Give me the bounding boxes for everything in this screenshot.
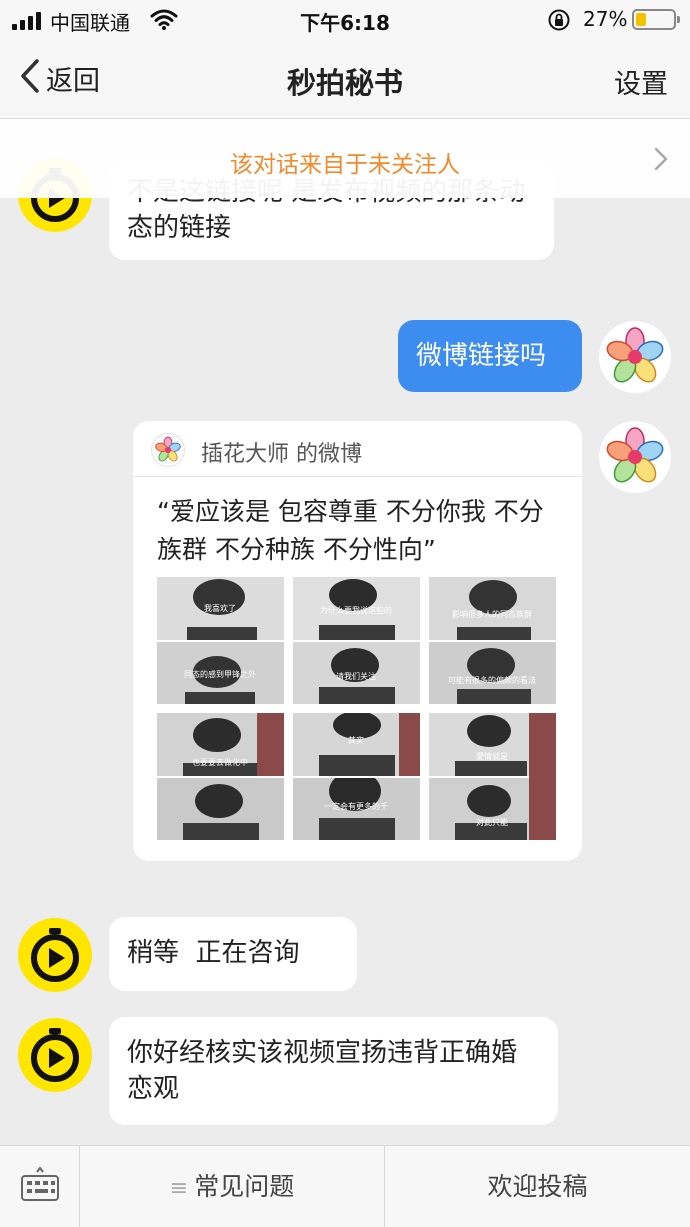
video-thumbnail[interactable]: 影响很多人的同态族群 可能有很多的偏颇的看法 <box>429 577 556 704</box>
message-bubble[interactable]: 稍等 正在咨询 <box>109 917 357 991</box>
card-quote: “爱应该是 包容尊重 不分你我 不分族群 不分种族 不分性向” <box>157 497 544 564</box>
weibo-card[interactable]: 插花大师 的微博 “爱应该是 包容尊重 不分你我 不分族群 不分种族 不分性向”… <box>133 421 582 861</box>
stranger-notice-banner[interactable]: 该对话来自于未关注人 <box>0 118 690 198</box>
video-thumbnail[interactable]: 我喜欢了 同态的感到甲锋之外 <box>157 577 284 704</box>
card-header: 插花大师 的微博 <box>133 421 582 477</box>
battery-icon <box>632 9 680 30</box>
svg-text:其实: 其实 <box>348 735 364 745</box>
svg-text:同态的感到甲锋之外: 同态的感到甲锋之外 <box>184 669 256 679</box>
svg-text:影响很多人的同态族群: 影响很多人的同态族群 <box>452 609 532 619</box>
keyboard-button[interactable] <box>0 1146 80 1227</box>
bot-avatar[interactable] <box>18 918 92 992</box>
flower-avatar-icon <box>606 327 664 383</box>
battery-percent: 27% <box>583 7 628 31</box>
status-bar: 中国联通 下午6:18 27% <box>0 0 690 40</box>
svg-text:对此只能: 对此只能 <box>476 817 508 827</box>
video-thumbnail[interactable]: 其实 一定会有更多的千 <box>293 713 420 840</box>
svg-text:请我们关注: 请我们关注 <box>336 671 376 681</box>
svg-text:愛情就是: 愛情就是 <box>476 751 508 761</box>
svg-text:我喜欢了: 我喜欢了 <box>204 603 236 613</box>
nav-bar: 返回 秒拍秘书 设置 <box>0 40 690 118</box>
stopwatch-play-icon <box>31 928 79 982</box>
message-bubble[interactable]: 微博链接吗 <box>398 320 582 392</box>
chat-area[interactable]: 不是这链接呢 是发布视频的那条动态的链接 微博链接吗 <box>0 118 690 1145</box>
stopwatch-play-icon <box>31 1028 79 1082</box>
image-grid: 我喜欢了 同态的感到甲锋之外 为什么要我说这些的 请我们关注 影响很多人的同态族… <box>157 577 557 841</box>
keyboard-icon <box>21 1166 59 1201</box>
flower-avatar-icon <box>606 427 664 483</box>
submit-menu-button[interactable]: 欢迎投稿 <box>385 1146 690 1227</box>
faq-menu-label: 常见问题 <box>194 1172 295 1201</box>
flower-avatar-icon <box>151 433 185 467</box>
bot-avatar[interactable] <box>18 1018 92 1092</box>
video-thumbnail[interactable]: 愛情就是 对此只能 <box>429 713 556 840</box>
orientation-lock-icon <box>547 8 571 36</box>
card-source: 插花大师 的微博 <box>201 442 362 467</box>
user-avatar[interactable] <box>599 421 671 493</box>
notice-text: 该对话来自于未关注人 <box>230 152 460 178</box>
page-title: 秒拍秘书 <box>286 66 403 100</box>
battery-fill <box>636 13 646 26</box>
svg-text:为什么要我说这些的: 为什么要我说这些的 <box>320 605 392 615</box>
svg-text:一定会有更多的千: 一定会有更多的千 <box>324 801 388 811</box>
svg-text:可能有很多的偏颇的看法: 可能有很多的偏颇的看法 <box>448 675 536 685</box>
svg-text:也要要去做化中: 也要要去做化中 <box>192 757 248 767</box>
settings-button[interactable]: 设置 <box>614 62 668 101</box>
video-thumbnail[interactable]: 也要要去做化中 <box>157 713 284 840</box>
message-bubble[interactable]: 你好经核实该视频宣扬违背正确婚恋观 <box>109 1017 558 1125</box>
chevron-right-icon <box>654 147 668 175</box>
menu-icon: ≡ <box>169 1176 189 1201</box>
user-avatar[interactable] <box>599 321 671 393</box>
bottom-menu-bar: ≡ 常见问题 欢迎投稿 <box>0 1145 690 1227</box>
faq-menu-button[interactable]: ≡ 常见问题 <box>80 1146 385 1227</box>
video-thumbnail[interactable]: 为什么要我说这些的 请我们关注 <box>293 577 420 704</box>
